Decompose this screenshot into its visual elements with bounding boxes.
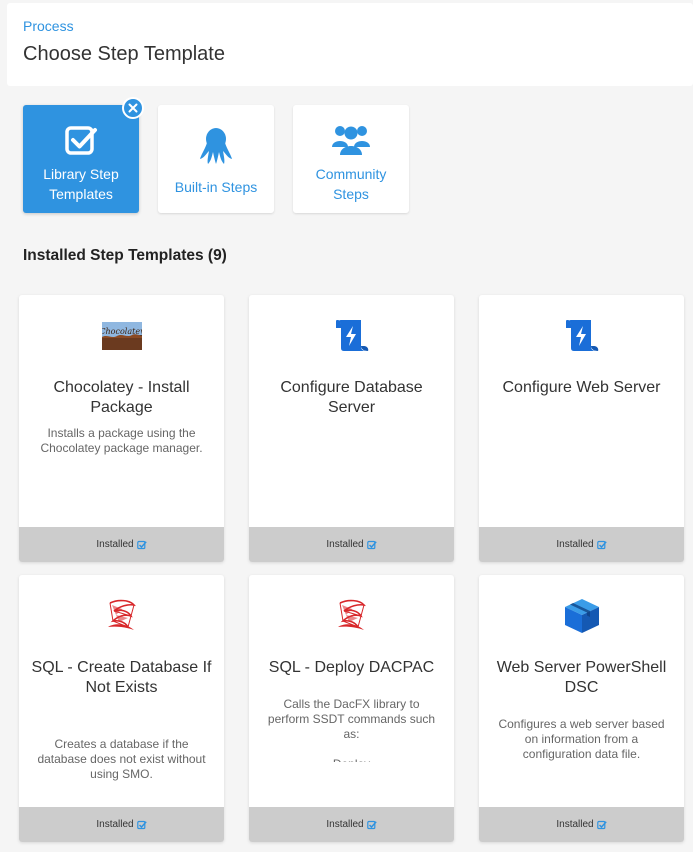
category-library-step-templates[interactable]: Library Step Templates — [23, 105, 139, 213]
template-description: Creates a database if the database does … — [37, 737, 206, 781]
template-description: Installs a package using the Chocolatey … — [40, 426, 203, 455]
status-label: Installed — [326, 539, 364, 550]
status-label: Installed — [556, 819, 594, 830]
template-card-web-server-powershell-dsc[interactable]: Web Server PowerShell DSC Configures a w… — [479, 575, 684, 842]
category-label-line1: Community — [315, 166, 387, 182]
template-status: Installed — [479, 527, 684, 562]
checkbox-icon — [65, 126, 97, 155]
template-title: Chocolatey - Install Package — [53, 379, 190, 416]
template-title: SQL - Deploy DACPAC — [268, 659, 435, 676]
breadcrumb-process[interactable]: Process — [23, 18, 74, 34]
template-title: SQL - Create Database If Not Exists — [31, 659, 212, 696]
template-card-chocolatey[interactable]: Chocolatey Chocolatey - Install Package … — [19, 295, 224, 562]
category-label-line1: Library Step — [43, 166, 119, 182]
checkbox-check-icon — [596, 540, 607, 549]
section-title: Installed Step Templates (9) — [23, 247, 227, 264]
page-header: Process Choose Step Template — [7, 3, 693, 86]
status-label: Installed — [96, 819, 134, 830]
chocolatey-logo-icon: Chocolatey — [19, 317, 224, 355]
template-status: Installed — [479, 807, 684, 842]
category-community-steps[interactable]: Community Steps — [293, 105, 409, 213]
template-title: Web Server PowerShell DSC — [496, 659, 667, 696]
clear-filter-close-icon[interactable] — [122, 97, 144, 119]
template-status: Installed — [249, 807, 454, 842]
template-title: Configure Web Server — [502, 379, 661, 396]
template-description: Configures a web server based on informa… — [498, 717, 665, 761]
checkbox-check-icon — [366, 540, 377, 549]
checkbox-check-icon — [596, 820, 607, 829]
sql-server-icon — [249, 597, 454, 635]
category-built-in-steps[interactable]: Built-in Steps — [158, 105, 274, 213]
category-label-line2: Templates — [49, 186, 113, 202]
status-label: Installed — [326, 819, 364, 830]
template-status: Installed — [19, 807, 224, 842]
template-card-configure-database-server[interactable]: Configure Database Server Installed — [249, 295, 454, 562]
script-icon — [479, 317, 684, 355]
users-icon — [332, 126, 370, 155]
script-icon — [249, 317, 454, 355]
category-label-line2: Steps — [333, 186, 369, 202]
octopus-icon — [200, 128, 232, 164]
page-title: Choose Step Template — [23, 43, 225, 65]
template-card-sql-deploy-dacpac[interactable]: SQL - Deploy DACPAC Calls the DacFX libr… — [249, 575, 454, 842]
template-card-sql-create-database[interactable]: SQL - Create Database If Not Exists Crea… — [19, 575, 224, 842]
package-icon — [479, 597, 684, 635]
template-status: Installed — [249, 527, 454, 562]
template-status: Installed — [19, 527, 224, 562]
status-label: Installed — [556, 539, 594, 550]
sql-server-icon — [19, 597, 224, 635]
status-label: Installed — [96, 539, 134, 550]
svg-text:Chocolatey: Chocolatey — [102, 327, 142, 336]
checkbox-check-icon — [136, 820, 147, 829]
template-description: Calls the DacFX library to perform SSDT … — [267, 697, 436, 762]
checkbox-check-icon — [366, 820, 377, 829]
template-card-configure-web-server[interactable]: Configure Web Server Installed — [479, 295, 684, 562]
template-title: Configure Database Server — [280, 379, 423, 416]
checkbox-check-icon — [136, 540, 147, 549]
category-label-line1: Built-in Steps — [174, 179, 258, 195]
